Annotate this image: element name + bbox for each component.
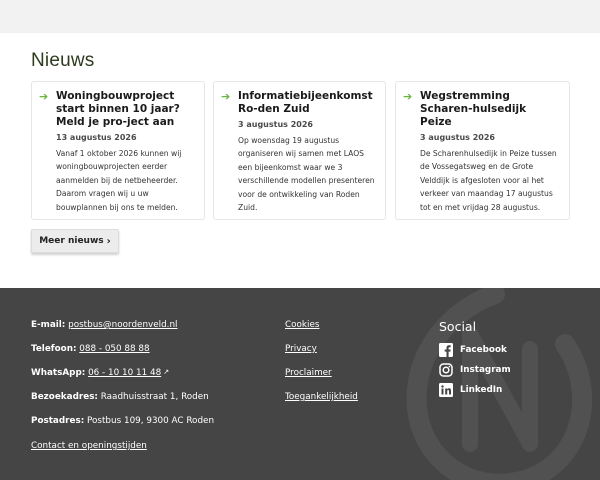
- news-section: Nieuws ➔ Woningbouwproject start binnen …: [0, 33, 600, 288]
- cookies-link[interactable]: Cookies: [285, 320, 319, 330]
- instagram-label: Instagram: [460, 365, 511, 375]
- facebook-link[interactable]: Facebook: [439, 343, 507, 357]
- news-card-date: 3 augustus 2026: [238, 120, 313, 129]
- contact-hours-link[interactable]: Contact en openingstijden: [31, 441, 147, 451]
- linkedin-label: LinkedIn: [460, 385, 503, 395]
- arrow-right-icon: ➔: [221, 90, 231, 103]
- linkedin-link[interactable]: LinkedIn: [439, 383, 502, 397]
- news-card-excerpt: Op woensdag 19 augustus organiseren wij …: [238, 136, 375, 213]
- news-card[interactable]: ➔ Woningbouwproject start binnen 10 jaar…: [31, 81, 205, 220]
- whatsapp-label: WhatsApp:: [31, 368, 86, 378]
- privacy-link[interactable]: Privacy: [285, 344, 317, 354]
- whatsapp-line: WhatsApp: 06 - 10 10 11 48 ↗: [31, 368, 169, 378]
- postal-address-value: Postbus 109, 9300 AC Roden: [87, 416, 215, 426]
- news-card-title[interactable]: Informatiebijeenkomst Ro-den Zuid: [238, 90, 375, 116]
- more-news-label: Meer nieuws: [39, 236, 104, 246]
- postal-address-line: Postadres: Postbus 109, 9300 AC Roden: [31, 416, 214, 426]
- news-card[interactable]: ➔ Wegstremming Scharen-hulsedijk Peize 3…: [395, 81, 570, 220]
- visit-address-line: Bezoekadres: Raadhuisstraat 1, Roden: [31, 392, 209, 402]
- news-card-date: 13 augustus 2026: [56, 133, 137, 142]
- phone-label: Telefoon:: [31, 344, 77, 354]
- news-card-date: 3 augustus 2026: [420, 133, 495, 142]
- arrow-right-icon: ➔: [403, 90, 413, 103]
- more-news-button[interactable]: Meer nieuws ›: [31, 229, 119, 253]
- site-footer: E-mail: postbus@noordenveld.nl Telefoon:…: [0, 288, 600, 480]
- news-card-excerpt: Vanaf 1 oktober 2026 kunnen wij woningbo…: [56, 149, 182, 212]
- whatsapp-link[interactable]: 06 - 10 10 11 48: [88, 368, 161, 378]
- email-label: E-mail:: [31, 320, 66, 330]
- visit-address-label: Bezoekadres:: [31, 392, 98, 402]
- visit-address-value: Raadhuisstraat 1, Roden: [100, 392, 209, 402]
- email-line: E-mail: postbus@noordenveld.nl: [31, 320, 177, 330]
- phone-link[interactable]: 088 - 050 88 88: [79, 344, 149, 354]
- news-card-title[interactable]: Wegstremming Scharen-hulsedijk Peize: [420, 90, 559, 129]
- instagram-link[interactable]: Instagram: [439, 363, 511, 377]
- phone-line: Telefoon: 088 - 050 88 88: [31, 344, 150, 354]
- email-link[interactable]: postbus@noordenveld.nl: [68, 320, 177, 330]
- arrow-right-icon: ➔: [39, 90, 49, 103]
- instagram-icon: [439, 363, 453, 377]
- external-link-icon: ↗: [163, 368, 170, 376]
- news-heading: Nieuws: [31, 50, 95, 71]
- news-card-title[interactable]: Woningbouwproject start binnen 10 jaar? …: [56, 90, 194, 129]
- news-card[interactable]: ➔ Informatiebijeenkomst Ro-den Zuid 3 au…: [213, 81, 386, 220]
- social-heading: Social: [439, 319, 477, 334]
- postal-address-label: Postadres:: [31, 416, 85, 426]
- news-card-excerpt: De Scharenhulsedijk in Peize tussen de V…: [420, 149, 557, 212]
- proclaimer-link[interactable]: Proclaimer: [285, 368, 332, 378]
- accessibility-link[interactable]: Toegankelijkheid: [285, 392, 358, 402]
- facebook-label: Facebook: [460, 345, 507, 355]
- chevron-right-icon: ›: [106, 235, 111, 247]
- facebook-icon: [439, 343, 453, 357]
- top-strip: [0, 0, 600, 33]
- linkedin-icon: [439, 383, 453, 397]
